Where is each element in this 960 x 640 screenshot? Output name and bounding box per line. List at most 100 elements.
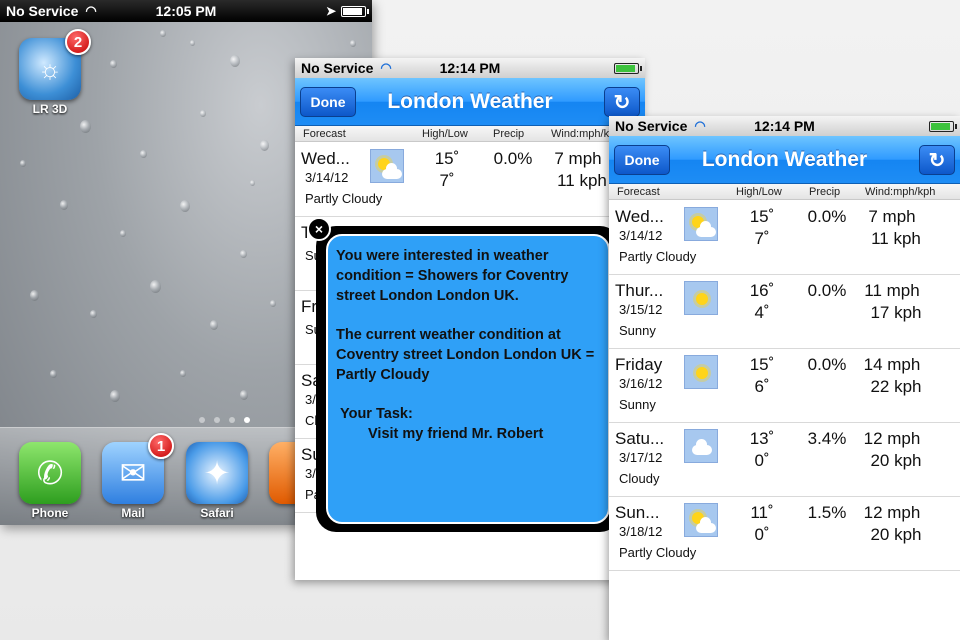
page-title: London Weather (701, 148, 868, 171)
thermometer-icon: ☼ (38, 53, 62, 84)
date-label: 3/14/12 (619, 228, 663, 243)
partly-cloudy-icon (370, 149, 404, 183)
wind-mph: 12 mph (863, 503, 921, 522)
raindrop (110, 60, 117, 69)
status-bar: No Service ◠ 12:14 PM (295, 58, 645, 78)
forecast-row[interactable]: Satu... 3/17/12 Cloudy 13˚ 0˚ 3.4% 12 mph 20 kp… (609, 423, 960, 497)
location-arrow-icon: ➤ (325, 4, 336, 18)
battery-icon (614, 62, 642, 74)
high-temp: 16˚ (749, 281, 775, 300)
high-temp: 15˚ (749, 355, 775, 374)
nav-bar: Done London Weather ↻ (295, 78, 645, 126)
wind-mph: 7 mph (868, 207, 916, 226)
battery-icon (929, 120, 957, 132)
notification-badge: 1 (148, 433, 174, 459)
day-label: Fr (301, 297, 318, 316)
low-temp: 4˚ (754, 303, 770, 322)
alert-popup: You were interested in weather condition… (307, 217, 620, 532)
date-label: 3/ (305, 466, 316, 481)
raindrop (240, 250, 247, 259)
high-temp: 15˚ (434, 149, 460, 168)
col-wind: Wind:mph/kph (865, 186, 936, 198)
refresh-button[interactable]: ↻ (604, 87, 640, 117)
forecast-row[interactable]: Thur... 3/15/12 Sunny 16˚ 4˚ 0.0% 11 mph 17 kph (609, 275, 960, 349)
raindrop (200, 110, 206, 118)
low-temp: 7˚ (439, 171, 455, 190)
app-safari[interactable]: ✦ Safari (185, 442, 249, 520)
raindrop (190, 40, 195, 46)
precip-value: 0.0% (493, 149, 533, 168)
day-label: Friday (615, 355, 663, 374)
precip-value: 0.0% (807, 207, 847, 226)
raindrop (90, 310, 97, 319)
condition-label: Sunny (619, 323, 656, 338)
page-dot (228, 417, 235, 423)
carrier-label: No Service (301, 60, 374, 76)
wifi-icon: ◠ (380, 60, 392, 75)
forecast-row[interactable]: Sun... 3/18/12 Partly Cloudy 11˚ 0˚ 1.5% 12 mp… (609, 497, 960, 571)
wifi-icon: ◠ (85, 3, 97, 18)
wind-mph: 12 mph (863, 429, 921, 448)
low-temp: 7˚ (754, 229, 770, 248)
refresh-icon: ↻ (928, 149, 946, 172)
low-temp: 0˚ (754, 525, 770, 544)
wind-kph: 22 kph (870, 377, 922, 396)
raindrop (350, 40, 356, 48)
wind-kph: 17 kph (870, 303, 922, 322)
cloudy-icon (684, 429, 718, 463)
raindrop (150, 280, 161, 294)
forecast-row[interactable]: Wed... 3/14/12 Partly Cloudy 15˚ 7˚ 0.0% 7 mph… (609, 201, 960, 275)
mail-icon: ✉ 1 (102, 433, 174, 504)
page-dot-active (243, 417, 250, 423)
raindrop (110, 390, 120, 402)
date-label: 3/18/12 (619, 524, 663, 539)
wind-kph: 20 kph (870, 451, 922, 470)
alert-message-current: The current weather condition at Coventr… (336, 327, 595, 383)
refresh-button[interactable]: ↻ (919, 145, 955, 175)
partly-cloudy-icon (684, 207, 718, 241)
low-temp: 0˚ (754, 451, 770, 470)
nav-bar: Done London Weather ↻ (609, 136, 960, 184)
task-body: Visit my friend Mr. Robert (368, 426, 544, 442)
high-temp: 15˚ (749, 207, 775, 226)
date-label: 3/15/12 (619, 302, 663, 317)
raindrop (120, 230, 126, 238)
partly-cloudy-icon (684, 503, 718, 537)
day-label: Thur... (615, 281, 664, 300)
raindrop (20, 160, 26, 168)
refresh-icon: ↻ (613, 91, 631, 114)
phone-icon: ✆ (19, 442, 81, 504)
raindrop (180, 370, 186, 378)
safari-compass-icon: ✦ (186, 442, 248, 504)
precip-value: 0.0% (807, 355, 847, 374)
day-label: Sun... (615, 503, 660, 522)
status-bar: No Service ◠ 12:14 PM (609, 116, 960, 136)
app-mail[interactable]: ✉ 1 Mail (101, 433, 174, 520)
carrier-label: No Service (6, 3, 79, 19)
sunny-icon (684, 355, 718, 389)
forecast-row[interactable]: Friday 3/16/12 Sunny 15˚ 6˚ 0.0% 14 mph 22 kph (609, 349, 960, 423)
wind-mph: 14 mph (863, 355, 921, 374)
high-temp: 11˚ (750, 503, 774, 522)
weather-screen-front: No Service ◠ 12:14 PM Done London Weathe… (609, 116, 960, 640)
date-label: 3/17/12 (619, 450, 663, 465)
carrier-label: No Service (615, 118, 688, 134)
condition-label: Partly Cloudy (619, 545, 697, 560)
app-lr3d[interactable]: ☼ 2 LR 3D (18, 29, 91, 116)
close-icon[interactable]: × (307, 217, 331, 241)
alert-message-interest: You were interested in weather condition… (336, 248, 569, 304)
raindrop (270, 300, 276, 308)
condition-label: Cloudy (619, 471, 660, 486)
raindrop (230, 55, 240, 67)
wind-mph: 11 mph (864, 281, 920, 300)
raindrop (140, 150, 147, 159)
raindrop (240, 390, 248, 400)
app-phone[interactable]: ✆ Phone (18, 442, 82, 520)
wind-kph: 11 kph (871, 229, 921, 248)
raindrop (50, 370, 57, 379)
raindrop (260, 140, 269, 151)
high-temp: 13˚ (749, 429, 775, 448)
forecast-row[interactable]: Wed... 3/14/12 Partly Cloudy 15˚ 7˚ 0.0%… (295, 143, 645, 217)
raindrop (80, 120, 91, 134)
app-label: LR 3D (32, 102, 68, 116)
